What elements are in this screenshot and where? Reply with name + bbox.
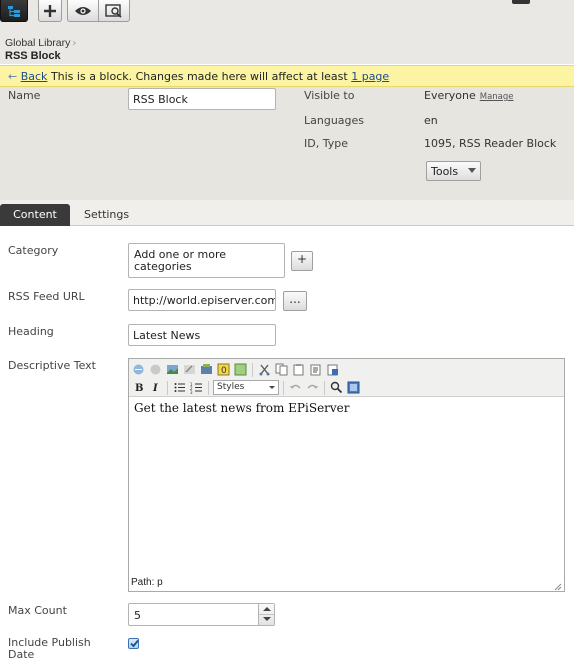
paste-icon[interactable] (291, 362, 306, 377)
cut-icon[interactable] (257, 362, 272, 377)
insert-media-icon[interactable] (199, 362, 214, 377)
svg-text:B: B (135, 383, 143, 394)
rich-text-editor: 0 B I 123 Styles Get the latest news fro… (128, 358, 565, 592)
compare-button[interactable] (98, 0, 130, 22)
toolbar-separator (167, 380, 168, 395)
breadcrumb-separator-icon: › (72, 38, 77, 49)
editor-toolbar-row-2: B I 123 Styles (131, 379, 361, 396)
copy-icon[interactable] (274, 362, 289, 377)
toolbar-corner-tab[interactable] (512, 0, 530, 4)
decrement-icon[interactable] (263, 617, 271, 621)
compare-icon (105, 3, 123, 18)
category-field[interactable]: Add one or more categories (128, 243, 285, 278)
add-category-button[interactable]: + (291, 251, 313, 271)
rss-feed-url-field[interactable]: http://world.episerver.com (128, 289, 276, 311)
breadcrumb-parent[interactable]: Global Library (5, 37, 70, 49)
editor-toolbar-row-1: 0 (131, 361, 340, 378)
block-notice-bar: ← Back This is a block. Changes made her… (0, 65, 574, 87)
max-count-label: Max Count (8, 604, 67, 617)
svg-text:0: 0 (221, 366, 227, 376)
chevron-down-icon (468, 168, 476, 173)
heading-label: Heading (8, 325, 54, 338)
search-icon[interactable] (329, 380, 344, 395)
unlink-icon[interactable] (148, 362, 163, 377)
preview-button[interactable] (67, 0, 99, 22)
insert-block-icon[interactable] (233, 362, 248, 377)
heading-field[interactable]: Latest News (128, 324, 276, 346)
include-publish-date-checkbox[interactable] (128, 638, 139, 649)
notice-message: This is a block. Changes made here will … (50, 70, 348, 83)
insert-link-icon[interactable] (131, 362, 146, 377)
editor-body[interactable]: Get the latest news from EPiServer (129, 397, 564, 575)
fullscreen-icon[interactable] (346, 380, 361, 395)
include-publish-date-label: Include Publish Date (8, 636, 91, 661)
languages-value: en (424, 114, 438, 127)
preview-icon (74, 5, 92, 17)
stepper-divider (259, 614, 274, 615)
edit-image-icon[interactable] (182, 362, 197, 377)
undo-icon[interactable] (288, 380, 303, 395)
visible-to-label: Visible to (304, 89, 355, 102)
toolbar-separator (252, 362, 253, 377)
checkmark-icon (130, 639, 139, 648)
bullet-list-icon[interactable] (172, 380, 187, 395)
top-toolbar (0, 0, 574, 32)
id-type-value: 1095, RSS Reader Block (424, 137, 557, 150)
name-label: Name (8, 89, 41, 102)
resize-grip-icon[interactable] (554, 581, 562, 591)
toolbar-separator (208, 380, 209, 395)
category-label: Category (8, 244, 59, 257)
manage-access-link[interactable]: Manage (480, 92, 514, 102)
languages-label: Languages (304, 114, 365, 127)
max-count-value: 5 (134, 609, 141, 622)
tree-toggle-button[interactable] (0, 0, 28, 22)
svg-text:I: I (152, 383, 158, 394)
back-link[interactable]: Back (21, 70, 48, 83)
dynamic-content-icon[interactable]: 0 (216, 362, 231, 377)
styles-select[interactable]: Styles (213, 380, 279, 395)
descriptive-text-label: Descriptive Text (8, 359, 96, 372)
properties-panel: Name RSS Block Visible to Everyone Manage… (0, 87, 574, 200)
editor-path: Path: p (131, 577, 163, 588)
toolbar-separator (324, 380, 325, 395)
tree-icon (7, 4, 21, 18)
increment-icon[interactable] (263, 607, 271, 611)
tab-settings[interactable]: Settings (72, 204, 141, 226)
toolbar-separator (283, 380, 284, 395)
tools-dropdown-button[interactable]: Tools (426, 161, 481, 181)
redo-icon[interactable] (305, 380, 320, 395)
svg-text:3: 3 (190, 390, 193, 394)
add-icon (43, 4, 57, 18)
browse-url-button[interactable]: ... (283, 291, 307, 311)
paste-text-icon[interactable] (308, 362, 323, 377)
rss-feed-url-label: RSS Feed URL (8, 290, 85, 303)
tab-bar: Content Settings (0, 200, 574, 226)
visible-to-value: Everyone Manage (424, 89, 514, 102)
affected-pages-link[interactable]: 1 page (351, 70, 389, 83)
max-count-stepper[interactable]: 5 (128, 603, 275, 626)
back-arrow-icon: ← (8, 70, 18, 83)
editor-toolbar: 0 B I 123 Styles (129, 359, 564, 397)
numbered-list-icon[interactable]: 123 (189, 380, 204, 395)
visible-to-text: Everyone (424, 89, 476, 102)
add-button[interactable] (38, 0, 62, 22)
insert-image-icon[interactable] (165, 362, 180, 377)
italic-icon[interactable]: I (148, 380, 163, 395)
name-field[interactable]: RSS Block (128, 88, 276, 110)
breadcrumb: Global Library › RSS Block (0, 32, 574, 64)
paste-word-icon[interactable] (325, 362, 340, 377)
stepper-buttons[interactable] (258, 604, 274, 625)
id-type-label: ID, Type (304, 137, 348, 150)
tools-label: Tools (431, 165, 459, 178)
tab-content[interactable]: Content (0, 204, 70, 226)
page-title: RSS Block (5, 50, 61, 62)
bold-icon[interactable]: B (131, 380, 146, 395)
